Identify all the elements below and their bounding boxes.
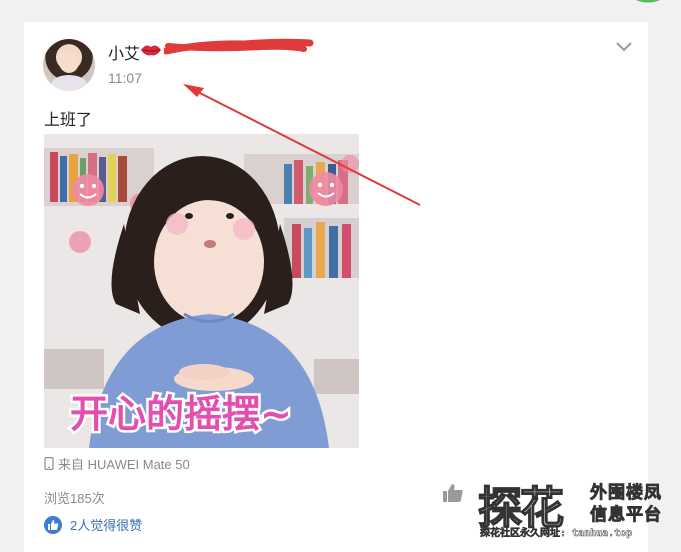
thumbs-up-icon[interactable]	[442, 483, 464, 503]
post-image-illustration: 开心的摇摆~	[44, 134, 359, 448]
phone-icon	[44, 457, 54, 470]
avatar-face	[59, 51, 79, 73]
lips-icon	[141, 45, 161, 56]
image-caption: 开心的摇摆~	[70, 392, 292, 436]
watermark-url: 探花社区永久网址: tanhua.top	[480, 528, 633, 540]
redacted-phone-number	[164, 38, 314, 55]
view-count: 浏览185次	[44, 491, 105, 506]
device-line: 来自 HUAWEI Mate 50	[44, 454, 190, 473]
watermark-line2: 信息平台	[590, 505, 662, 525]
site-watermark: 探花 外围楼凤 信息平台 探花社区永久网址: tanhua.top	[474, 470, 681, 542]
likes-summary[interactable]: 2人觉得很赞	[44, 515, 142, 534]
user-name[interactable]: 小艾	[108, 40, 140, 64]
avatar-shirt	[51, 75, 87, 91]
avatar[interactable]	[43, 39, 95, 91]
green-ring-icon	[636, 0, 660, 3]
device-label: 来自 HUAWEI Mate 50	[58, 457, 190, 472]
post-text: 上班了	[44, 112, 93, 129]
post-image[interactable]: 开心的摇摆~	[44, 134, 359, 448]
chevron-down-icon[interactable]	[614, 40, 634, 54]
post-time: 11:07	[108, 70, 142, 86]
like-badge-icon	[44, 515, 62, 534]
likes-label: 2人觉得很赞	[70, 518, 143, 533]
